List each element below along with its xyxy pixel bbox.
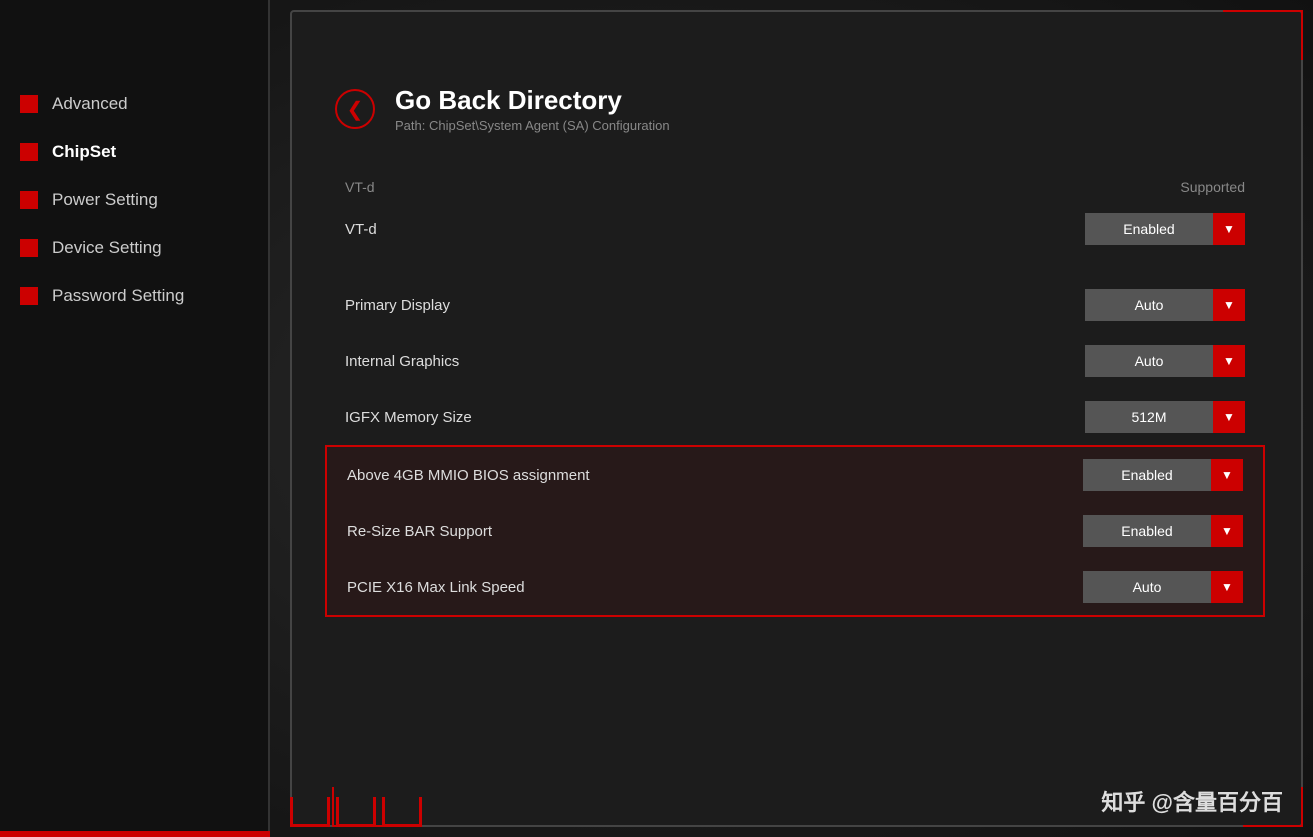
igfx-memory-name: IGFX Memory Size [345, 409, 472, 426]
primary-display-value: Auto [1085, 297, 1213, 313]
sidebar-item-chipset[interactable]: ChipSet [0, 128, 268, 176]
back-nav-info: Go Back Directory Path: ChipSet\System A… [395, 85, 670, 133]
pcie-x16-row: PCIE X16 Max Link Speed Auto ▼ [337, 559, 1253, 615]
back-nav: ❮ Go Back Directory Path: ChipSet\System… [335, 85, 1255, 133]
internal-graphics-arrow: ▼ [1213, 345, 1245, 377]
resize-bar-row: Re-Size BAR Support Enabled ▼ [337, 503, 1253, 559]
sidebar-bottom-accent [0, 831, 270, 837]
primary-display-dropdown[interactable]: Auto ▼ [1085, 289, 1245, 321]
sidebar-dot-power-setting [20, 191, 38, 209]
primary-display-arrow: ▼ [1213, 289, 1245, 321]
back-title: Go Back Directory [395, 85, 670, 116]
pcie-x16-name: PCIE X16 Max Link Speed [347, 579, 525, 596]
sidebar-label-power-setting: Power Setting [52, 190, 158, 210]
above-4gb-value: Enabled [1083, 467, 1211, 483]
above-4gb-row: Above 4GB MMIO BIOS assignment Enabled ▼ [337, 447, 1253, 503]
primary-display-row: Primary Display Auto ▼ [335, 277, 1255, 333]
igfx-memory-arrow: ▼ [1213, 401, 1245, 433]
watermark: 知乎 @含量百分百 [1101, 785, 1283, 817]
sidebar-item-advanced[interactable]: Advanced [0, 80, 268, 128]
vt-d-dropdown-arrow: ▼ [1213, 213, 1245, 245]
main-content: ❮ Go Back Directory Path: ChipSet\System… [295, 55, 1295, 787]
igfx-memory-dropdown[interactable]: 512M ▼ [1085, 401, 1245, 433]
notch-1 [290, 797, 330, 827]
internal-graphics-value: Auto [1085, 353, 1213, 369]
vt-d-label-row: VT-d Supported [335, 173, 1255, 201]
sidebar: Advanced ChipSet Power Setting Device Setti… [0, 0, 270, 837]
above-4gb-dropdown[interactable]: Enabled ▼ [1083, 459, 1243, 491]
divider-1 [335, 257, 1255, 277]
above-4gb-arrow: ▼ [1211, 459, 1243, 491]
back-path: Path: ChipSet\System Agent (SA) Configur… [395, 118, 670, 133]
sidebar-dot-chipset [20, 143, 38, 161]
igfx-memory-row: IGFX Memory Size 512M ▼ [335, 389, 1255, 445]
corner-tr-decoration [1223, 10, 1303, 60]
sidebar-item-power-setting[interactable]: Power Setting [0, 176, 268, 224]
vt-d-dropdown[interactable]: Enabled ▼ [1085, 213, 1245, 245]
back-arrow-icon: ❮ [347, 97, 364, 122]
sidebar-label-chipset: ChipSet [52, 142, 116, 162]
notch-2 [336, 797, 376, 827]
above-4gb-name: Above 4GB MMIO BIOS assignment [347, 467, 590, 484]
sidebar-label-advanced: Advanced [52, 94, 128, 114]
internal-graphics-dropdown[interactable]: Auto ▼ [1085, 345, 1245, 377]
vt-d-name: VT-d [345, 221, 377, 238]
pcie-x16-dropdown[interactable]: Auto ▼ [1083, 571, 1243, 603]
sidebar-label-device-setting: Device Setting [52, 238, 162, 258]
sidebar-dot-password-setting [20, 287, 38, 305]
sidebar-item-device-setting[interactable]: Device Setting [0, 224, 268, 272]
resize-bar-name: Re-Size BAR Support [347, 523, 492, 540]
sidebar-dot-advanced [20, 95, 38, 113]
highlight-selection-box: Above 4GB MMIO BIOS assignment Enabled ▼… [325, 445, 1265, 617]
pcie-x16-value: Auto [1083, 579, 1211, 595]
resize-bar-value: Enabled [1083, 523, 1211, 539]
vt-d-setting-row: VT-d Enabled ▼ [335, 201, 1255, 257]
settings-area: VT-d Supported VT-d Enabled ▼ Primary Di… [335, 173, 1255, 617]
vt-d-status: Supported [1180, 179, 1245, 195]
bottom-notches [290, 797, 422, 827]
vt-d-label: VT-d [345, 179, 375, 195]
resize-bar-dropdown[interactable]: Enabled ▼ [1083, 515, 1243, 547]
internal-graphics-name: Internal Graphics [345, 353, 459, 370]
sidebar-label-password-setting: Password Setting [52, 286, 184, 306]
sidebar-item-password-setting[interactable]: Password Setting [0, 272, 268, 320]
igfx-memory-value: 512M [1085, 409, 1213, 425]
internal-graphics-row: Internal Graphics Auto ▼ [335, 333, 1255, 389]
vt-d-value: Enabled [1085, 221, 1213, 237]
sidebar-dot-device-setting [20, 239, 38, 257]
notch-3 [382, 797, 422, 827]
pcie-x16-arrow: ▼ [1211, 571, 1243, 603]
primary-display-name: Primary Display [345, 297, 450, 314]
back-button[interactable]: ❮ [335, 89, 375, 129]
resize-bar-arrow: ▼ [1211, 515, 1243, 547]
